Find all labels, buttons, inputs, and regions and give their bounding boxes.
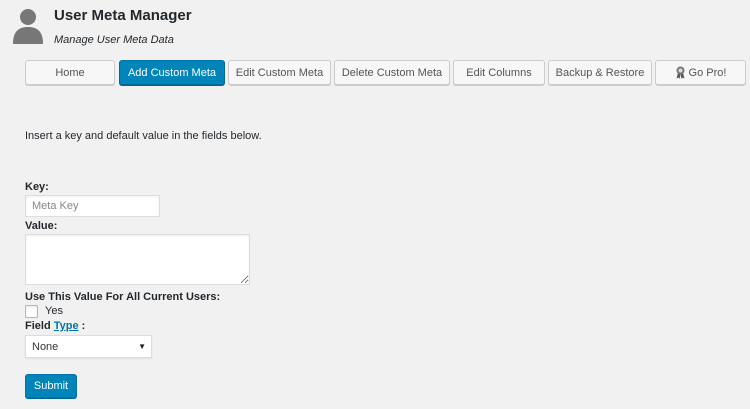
- tab-backup-restore[interactable]: Backup & Restore: [548, 60, 652, 85]
- field-type-label: Field Type :: [25, 320, 85, 332]
- tab-label: Delete Custom Meta: [341, 66, 443, 79]
- meta-value-textarea[interactable]: [25, 234, 250, 285]
- field-type-suffix: :: [81, 320, 86, 332]
- tab-delete-custom-meta[interactable]: Delete Custom Meta: [334, 60, 450, 85]
- field-type-prefix: Field: [25, 320, 51, 332]
- tab-label: Backup & Restore: [555, 66, 645, 79]
- tab-edit-custom-meta[interactable]: Edit Custom Meta: [228, 60, 331, 85]
- field-type-link[interactable]: Type: [54, 320, 79, 332]
- tab-label: Edit Columns: [466, 66, 532, 79]
- app-subtitle: Manage User Meta Data: [54, 34, 174, 46]
- submit-button[interactable]: Submit: [25, 374, 77, 398]
- all-users-checkbox[interactable]: [25, 305, 38, 318]
- tab-go-pro[interactable]: Go Pro!: [655, 60, 746, 85]
- key-label: Key:: [25, 181, 49, 193]
- tab-add-custom-meta[interactable]: Add Custom Meta: [119, 60, 225, 85]
- intro-text: Insert a key and default value in the fi…: [25, 130, 262, 142]
- value-label: Value:: [25, 220, 58, 232]
- tab-label: Edit Custom Meta: [235, 66, 324, 79]
- tab-label: Home: [55, 66, 85, 79]
- tab-edit-columns[interactable]: Edit Columns: [453, 60, 545, 85]
- tab-label: Add Custom Meta: [127, 66, 217, 79]
- tab-home[interactable]: Home: [25, 60, 115, 85]
- tab-label: Go Pro!: [688, 66, 727, 79]
- meta-key-input[interactable]: [25, 195, 160, 217]
- page-header: User Meta Manager Manage User Meta Data: [12, 4, 412, 46]
- award-ribbon-icon: [676, 66, 685, 79]
- dropdown-arrow-icon: ▼: [138, 342, 146, 351]
- all-users-label: Use This Value For All Current Users:: [25, 291, 221, 303]
- app-title: User Meta Manager: [54, 7, 192, 24]
- field-type-selected: None: [32, 340, 59, 353]
- field-type-select[interactable]: None ▼: [25, 335, 152, 358]
- yes-label: Yes: [45, 305, 63, 317]
- user-silhouette-icon: [13, 9, 43, 44]
